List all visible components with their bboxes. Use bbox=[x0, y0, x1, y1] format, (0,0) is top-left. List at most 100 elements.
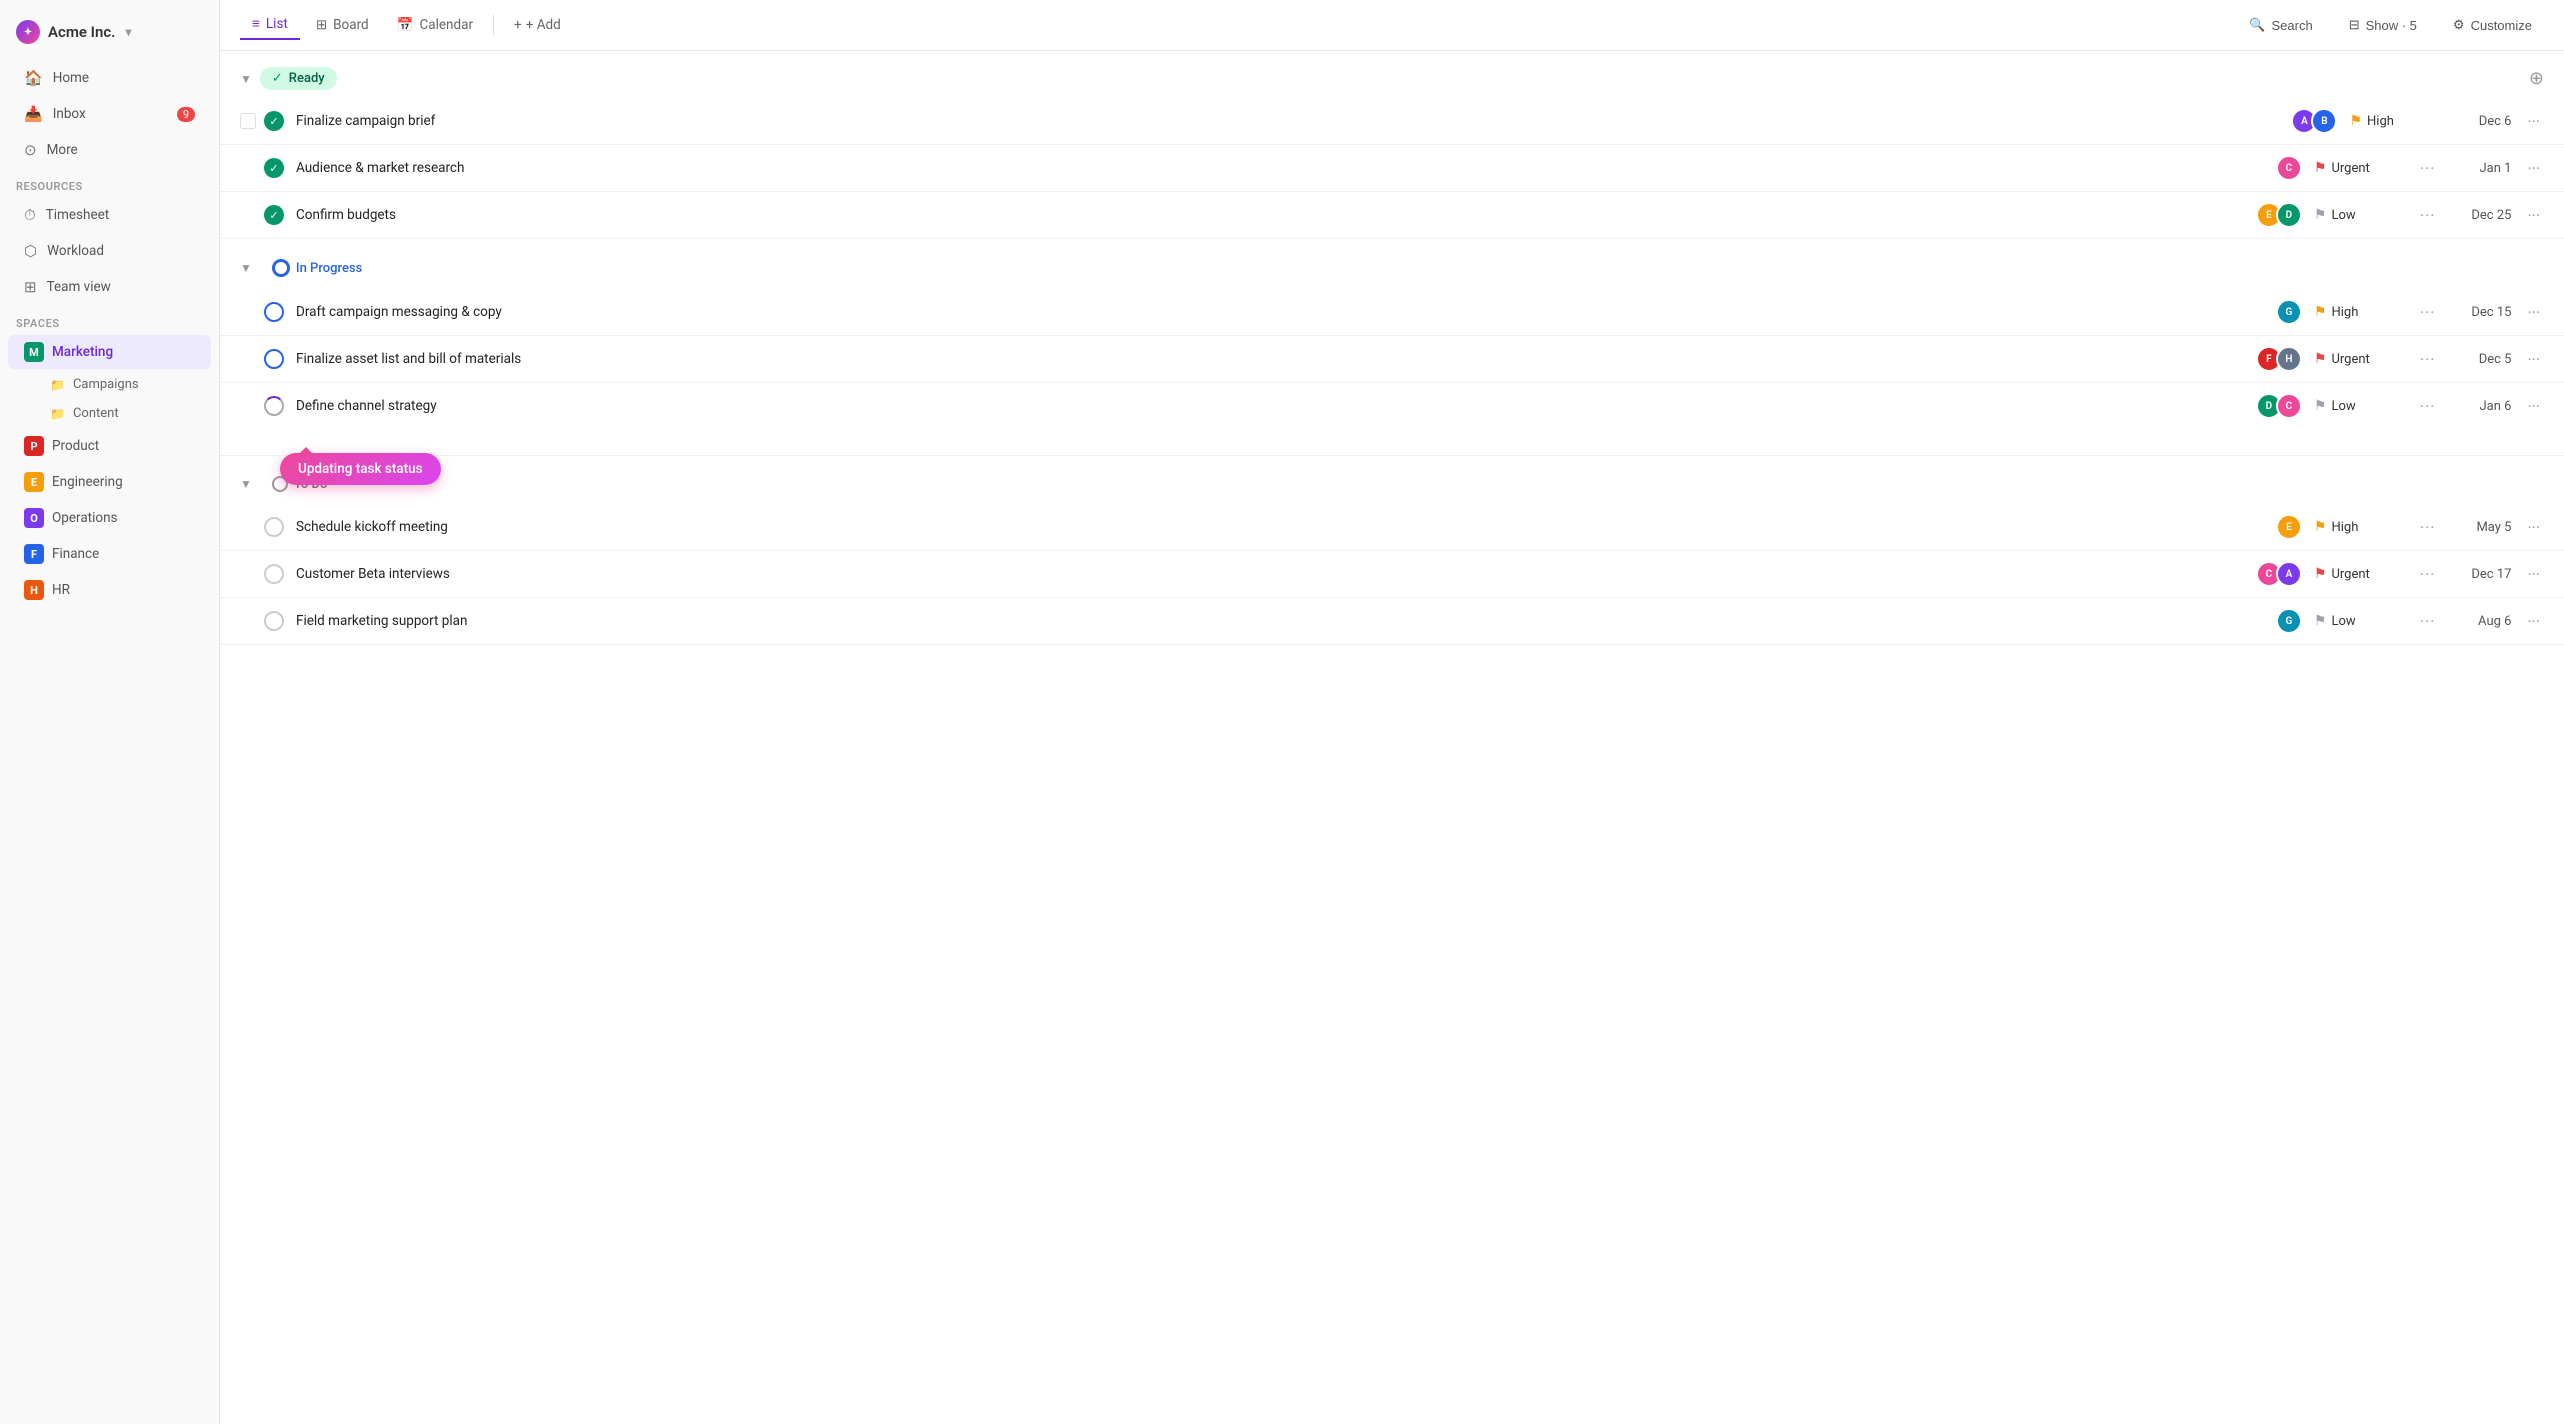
tab-list[interactable]: ≡ List bbox=[240, 10, 300, 40]
task-dots[interactable]: ··· bbox=[2416, 612, 2440, 631]
app-logo[interactable]: ✦ Acme Inc. ▾ bbox=[0, 12, 219, 60]
task-status-done-icon[interactable]: ✓ bbox=[264, 205, 284, 225]
task-row: Field marketing support plan G ⚑ Low ···… bbox=[220, 598, 2564, 645]
in-progress-chevron[interactable]: ▼ bbox=[240, 261, 252, 275]
task-list-content: ▼ ✓ Ready ⊕ ✓ Finalize campaign brief A … bbox=[220, 51, 2564, 1424]
priority-flag-icon: ⚑ bbox=[2349, 113, 2362, 129]
marketing-badge: M bbox=[24, 342, 44, 362]
sidebar-space-marketing[interactable]: M Marketing bbox=[8, 335, 211, 369]
add-button[interactable]: + + Add bbox=[502, 11, 573, 39]
task-priority: ⚑ Low bbox=[2314, 398, 2404, 414]
engineering-badge: E bbox=[24, 472, 44, 492]
search-button[interactable]: 🔍 Search bbox=[2237, 11, 2324, 39]
toolbar-right: 🔍 Search ⊟ Show · 5 ⚙ Customize bbox=[2237, 11, 2544, 39]
task-more-button[interactable]: ··· bbox=[2523, 112, 2544, 131]
tab-calendar[interactable]: 📅 Calendar bbox=[385, 11, 485, 39]
task-name: Confirm budgets bbox=[296, 207, 2244, 223]
priority-label: High bbox=[2331, 305, 2358, 320]
tab-board-label: Board bbox=[333, 17, 369, 33]
task-more-button[interactable]: ··· bbox=[2523, 612, 2544, 631]
sidebar-nav-inbox[interactable]: 📥 Inbox 9 bbox=[8, 97, 211, 131]
sidebar-item-workload[interactable]: ⬡ Workload bbox=[8, 234, 211, 268]
sidebar-space-engineering[interactable]: E Engineering bbox=[8, 465, 211, 499]
priority-label: Low bbox=[2331, 399, 2355, 414]
task-status-in-progress-loading-icon[interactable] bbox=[264, 396, 284, 416]
sidebar-sub-campaigns[interactable]: 📁 Campaigns bbox=[8, 371, 211, 398]
teamview-icon: ⊞ bbox=[24, 278, 37, 296]
add-icon: + bbox=[514, 17, 522, 33]
app-name-chevron: ▾ bbox=[125, 25, 131, 39]
task-dots[interactable]: ··· bbox=[2416, 303, 2440, 322]
task-priority: ⚑ Low bbox=[2314, 613, 2404, 629]
task-more-button[interactable]: ··· bbox=[2523, 350, 2544, 369]
task-status-todo-icon[interactable] bbox=[264, 564, 284, 584]
todo-chevron[interactable]: ▼ bbox=[240, 477, 252, 491]
task-name: Define channel strategy bbox=[296, 398, 2244, 414]
calendar-icon: 📅 bbox=[397, 17, 414, 33]
task-avatars: D C bbox=[2256, 393, 2302, 419]
task-date: Jan 1 bbox=[2451, 161, 2511, 176]
task-date: May 5 bbox=[2451, 520, 2511, 535]
sidebar-space-operations[interactable]: O Operations bbox=[8, 501, 211, 535]
resources-label: Resources bbox=[0, 168, 219, 197]
sidebar-sub-content[interactable]: 📁 Content bbox=[8, 400, 211, 427]
search-label: Search bbox=[2272, 18, 2313, 33]
task-more-button[interactable]: ··· bbox=[2523, 565, 2544, 584]
avatar: H bbox=[2276, 346, 2302, 372]
board-icon: ⊞ bbox=[316, 17, 327, 33]
task-status-done-icon[interactable]: ✓ bbox=[264, 158, 284, 178]
sidebar-item-teamview[interactable]: ⊞ Team view bbox=[8, 270, 211, 304]
logo-icon: ✦ bbox=[16, 20, 40, 44]
task-name: Draft campaign messaging & copy bbox=[296, 304, 2264, 320]
product-badge: P bbox=[24, 436, 44, 456]
task-checkbox[interactable] bbox=[240, 113, 256, 129]
ready-add-button[interactable]: ⊕ bbox=[2529, 68, 2544, 89]
engineering-label: Engineering bbox=[52, 474, 123, 490]
add-label: + Add bbox=[526, 17, 561, 33]
task-date: Dec 15 bbox=[2451, 305, 2511, 320]
task-name: Field marketing support plan bbox=[296, 613, 2264, 629]
avatar: G bbox=[2276, 608, 2302, 634]
task-dots[interactable]: ··· bbox=[2416, 565, 2440, 584]
ready-chevron[interactable]: ▼ bbox=[240, 72, 252, 86]
task-more-button[interactable]: ··· bbox=[2523, 159, 2544, 178]
task-dots[interactable]: ··· bbox=[2416, 397, 2440, 416]
task-more-button[interactable]: ··· bbox=[2523, 397, 2544, 416]
sidebar-space-product[interactable]: P Product bbox=[8, 429, 211, 463]
tab-list-label: List bbox=[266, 16, 288, 32]
priority-flag-icon: ⚑ bbox=[2314, 351, 2327, 367]
task-dots[interactable]: ··· bbox=[2416, 159, 2440, 178]
hr-badge: H bbox=[24, 580, 44, 600]
in-progress-circle-icon bbox=[272, 259, 290, 277]
sidebar-nav-home[interactable]: 🏠 Home bbox=[8, 61, 211, 95]
ready-status-badge[interactable]: ✓ Ready bbox=[260, 67, 337, 90]
spaces-label: Spaces bbox=[0, 305, 219, 334]
nav-inbox-label: Inbox bbox=[53, 106, 86, 122]
priority-flag-icon: ⚑ bbox=[2314, 519, 2327, 535]
priority-label: Urgent bbox=[2331, 567, 2369, 582]
task-more-button[interactable]: ··· bbox=[2523, 303, 2544, 322]
sidebar-space-finance[interactable]: F Finance bbox=[8, 537, 211, 571]
sidebar-nav-more[interactable]: ⊙ More bbox=[8, 133, 211, 167]
in-progress-status-badge[interactable]: In Progress bbox=[260, 255, 374, 281]
main-content: ≡ List ⊞ Board 📅 Calendar + + Add 🔍 Sear… bbox=[220, 0, 2564, 1424]
task-dots[interactable]: ··· bbox=[2416, 350, 2440, 369]
task-status-in-progress-icon[interactable] bbox=[264, 302, 284, 322]
task-more-button[interactable]: ··· bbox=[2523, 206, 2544, 225]
task-dots[interactable]: ··· bbox=[2416, 518, 2440, 537]
task-more-button[interactable]: ··· bbox=[2523, 518, 2544, 537]
task-priority: ⚑ Low bbox=[2314, 207, 2404, 223]
sidebar-item-timesheet[interactable]: ⏱ Timesheet bbox=[8, 198, 211, 232]
customize-button[interactable]: ⚙ Customize bbox=[2441, 11, 2544, 39]
task-status-in-progress-icon[interactable] bbox=[264, 349, 284, 369]
task-status-done-icon[interactable]: ✓ bbox=[264, 111, 284, 131]
sidebar-space-hr[interactable]: H HR bbox=[8, 573, 211, 607]
show-button[interactable]: ⊟ Show · 5 bbox=[2337, 11, 2429, 39]
task-row: Draft campaign messaging & copy G ⚑ High… bbox=[220, 289, 2564, 336]
task-status-todo-icon[interactable] bbox=[264, 517, 284, 537]
avatar: D bbox=[2276, 202, 2302, 228]
task-status-todo-icon[interactable] bbox=[264, 611, 284, 631]
tab-board[interactable]: ⊞ Board bbox=[304, 11, 381, 39]
task-dots[interactable]: ··· bbox=[2416, 206, 2440, 225]
priority-label: Urgent bbox=[2331, 352, 2369, 367]
